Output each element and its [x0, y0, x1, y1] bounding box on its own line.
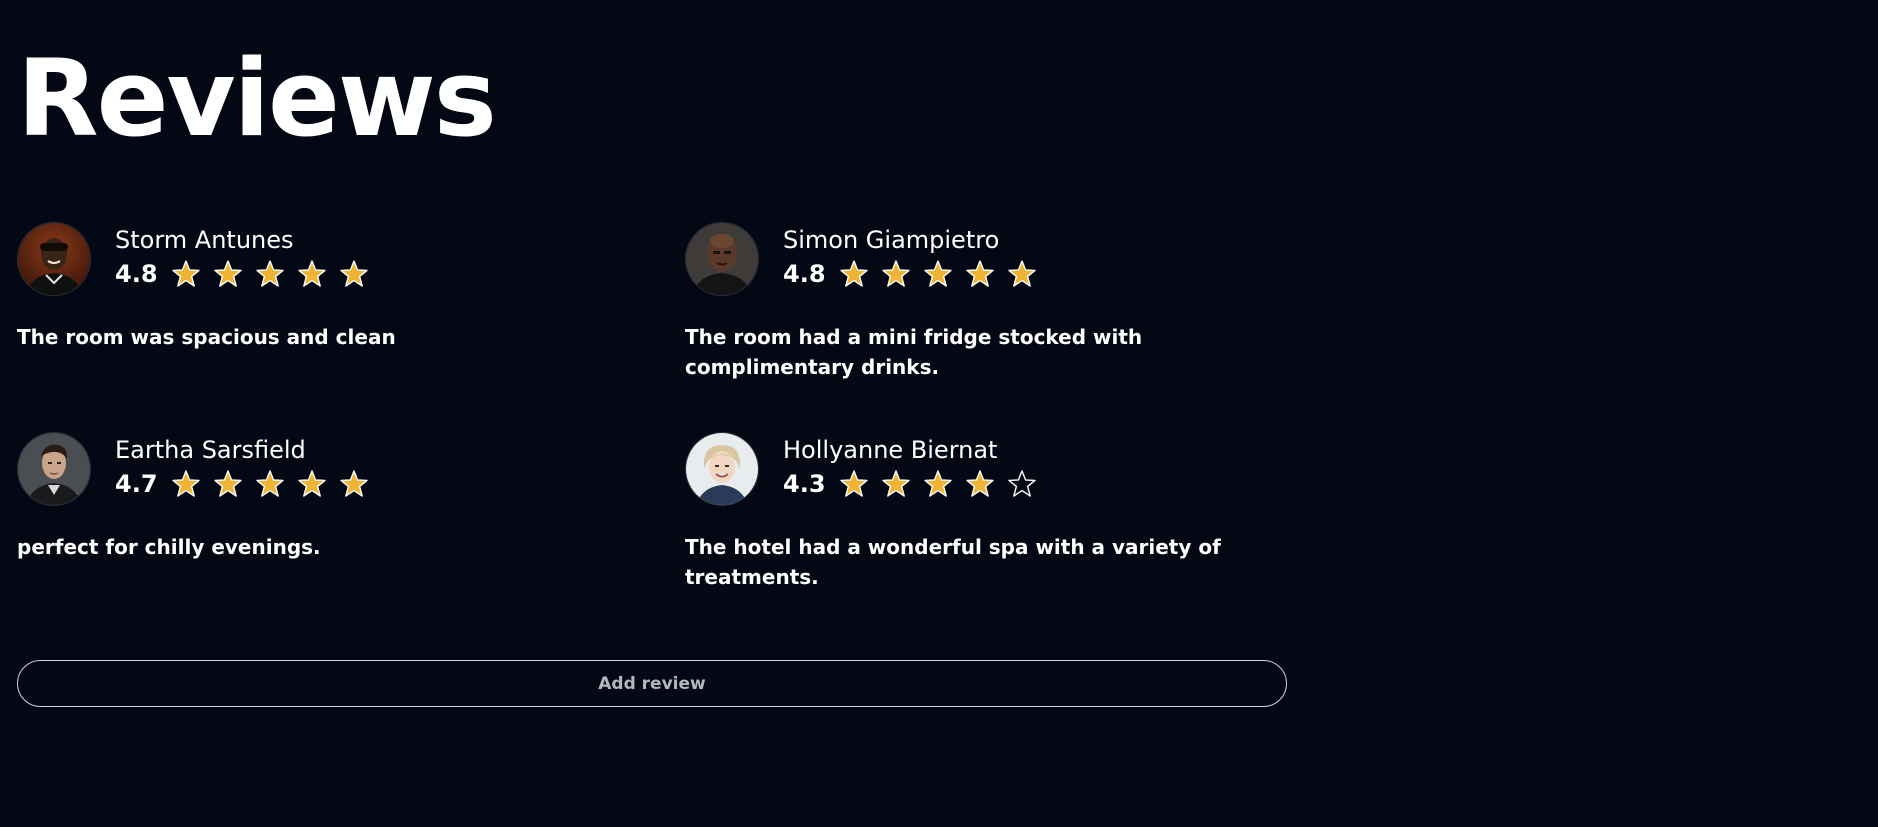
review-header: Simon Giampietro 4.8: [685, 222, 1285, 296]
review-card: Hollyanne Biernat 4.3 The hotel had a wo…: [685, 432, 1285, 606]
page-title: Reviews: [17, 37, 497, 160]
review-header: Eartha Sarsfield 4.7: [17, 432, 685, 506]
avatar-man-bald-icon: [686, 223, 758, 295]
star-filled-icon: [298, 260, 326, 287]
rating-value: 4.8: [115, 260, 158, 288]
star-filled-icon: [924, 470, 952, 497]
add-review-button[interactable]: Add review: [17, 660, 1287, 707]
rating-row: 4.8: [115, 259, 369, 289]
star-filled-icon: [172, 470, 200, 497]
star-filled-icon: [966, 260, 994, 287]
review-text: The room was spacious and clean: [17, 325, 396, 349]
avatar: [685, 432, 759, 506]
avatar: [17, 432, 91, 506]
reviewer-name: Storm Antunes: [115, 226, 294, 254]
avatar: [17, 222, 91, 296]
rating-value: 4.7: [115, 470, 158, 498]
reviews-grid: Storm Antunes 4.8 The room was spacious …: [17, 222, 1287, 606]
star-filled-icon: [840, 470, 868, 497]
star-rating: [839, 259, 1037, 289]
star-filled-icon: [172, 260, 200, 287]
star-filled-icon: [214, 260, 242, 287]
star-filled-icon: [924, 260, 952, 287]
star-filled-icon: [214, 470, 242, 497]
review-text: perfect for chilly evenings.: [17, 535, 321, 559]
review-text: The hotel had a wonderful spa with a var…: [685, 535, 1221, 589]
reviewer-name: Eartha Sarsfield: [115, 436, 306, 464]
rating-value: 4.3: [783, 470, 826, 498]
review-meta: Eartha Sarsfield 4.7: [115, 436, 369, 499]
star-filled-icon: [256, 470, 284, 497]
rating-value: 4.8: [783, 260, 826, 288]
star-rating: [171, 469, 369, 499]
review-text: The room had a mini fridge stocked with …: [685, 325, 1143, 379]
star-rating: [839, 469, 1037, 499]
star-rating: [171, 259, 369, 289]
star-filled-icon: [882, 470, 910, 497]
avatar: [685, 222, 759, 296]
review-meta: Hollyanne Biernat 4.3: [783, 436, 1037, 499]
review-card: Simon Giampietro 4.8 The room had a mini…: [685, 222, 1285, 396]
star-filled-icon: [840, 260, 868, 287]
review-card: Storm Antunes 4.8 The room was spacious …: [17, 222, 685, 396]
rating-row: 4.8: [783, 259, 1037, 289]
review-card: Eartha Sarsfield 4.7 perfect for chilly …: [17, 432, 685, 606]
review-meta: Simon Giampietro 4.8: [783, 226, 1037, 289]
avatar-woman-blonde-icon: [686, 433, 758, 505]
star-filled-icon: [340, 260, 368, 287]
review-header: Hollyanne Biernat 4.3: [685, 432, 1285, 506]
star-empty-icon: [1008, 470, 1036, 497]
reviewer-name: Simon Giampietro: [783, 226, 1000, 254]
review-meta: Storm Antunes 4.8: [115, 226, 369, 289]
reviewer-name: Hollyanne Biernat: [783, 436, 998, 464]
star-filled-icon: [340, 470, 368, 497]
rating-row: 4.7: [115, 469, 369, 499]
star-filled-icon: [1008, 260, 1036, 287]
star-filled-icon: [882, 260, 910, 287]
reviews-page: Reviews Storm Antunes 4.8 The room was s…: [0, 0, 1878, 827]
star-filled-icon: [966, 470, 994, 497]
avatar-man-dark-hair-icon: [18, 433, 90, 505]
rating-row: 4.3: [783, 469, 1037, 499]
review-header: Storm Antunes 4.8: [17, 222, 685, 296]
star-filled-icon: [256, 260, 284, 287]
avatar-man-dark-skin-icon: [18, 223, 90, 295]
star-filled-icon: [298, 470, 326, 497]
